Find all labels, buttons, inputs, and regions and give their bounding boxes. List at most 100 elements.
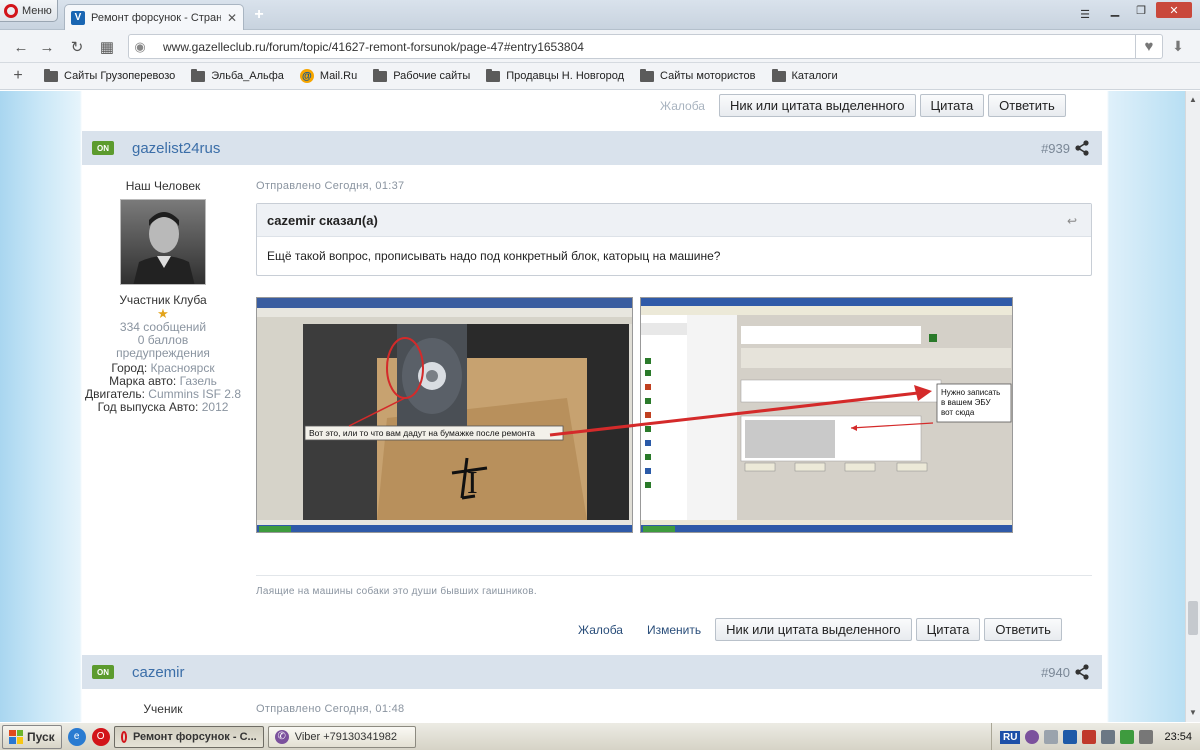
- language-indicator[interactable]: RU: [1000, 730, 1021, 744]
- antivirus-icon[interactable]: [1120, 730, 1135, 744]
- mailru-icon: @: [299, 69, 314, 83]
- quote-button[interactable]: Цитата: [915, 618, 981, 641]
- bookmark-label: Рабочие сайты: [393, 70, 471, 82]
- post-header: ON gazelist24rus #939: [82, 131, 1102, 165]
- quote-text: Ещё такой вопрос, прописывать надо под к…: [267, 249, 721, 263]
- annotation-arrow: [549, 385, 932, 437]
- speed-dial-icon[interactable]: ▦: [98, 38, 116, 56]
- heart-icon[interactable]: ♥: [1136, 38, 1162, 55]
- start-button[interactable]: Пуск: [2, 724, 62, 749]
- bookmark-label: Продавцы Н. Новгород: [506, 70, 625, 82]
- windows-logo-icon: [9, 729, 23, 744]
- forum-content: Жалоба Ник или цитата выделенного Цитата…: [82, 91, 1102, 722]
- star-icon: ★: [157, 306, 169, 321]
- member-group: Участник Клуба: [119, 293, 207, 307]
- post-author-link[interactable]: cazemir: [132, 664, 185, 681]
- report-link[interactable]: Жалоба: [650, 99, 715, 113]
- security-icon[interactable]: [1063, 730, 1078, 744]
- bookmark-item[interactable]: Продавцы Н. Новгород: [478, 68, 632, 82]
- online-badge: ON: [92, 665, 114, 679]
- bookmark-item[interactable]: Каталоги: [764, 68, 846, 82]
- user-signature: Лаящие на машины собаки это души бывших …: [256, 586, 537, 597]
- viber-tray-icon[interactable]: [1025, 730, 1040, 744]
- report-link[interactable]: Жалоба: [568, 623, 633, 637]
- online-badge: ON: [92, 141, 114, 155]
- bookmark-label: Каталоги: [791, 70, 838, 82]
- close-window-icon[interactable]: ✕: [1156, 2, 1192, 18]
- tab-menu-icon[interactable]: ☰: [1076, 6, 1094, 22]
- scroll-up-icon[interactable]: ▲: [1186, 93, 1200, 107]
- scroll-down-icon[interactable]: ▼: [1186, 706, 1200, 720]
- reply-button[interactable]: Ответить: [988, 94, 1066, 117]
- folder-icon: [191, 68, 206, 82]
- start-label: Пуск: [27, 729, 55, 744]
- avatar[interactable]: [120, 199, 206, 285]
- opera-icon[interactable]: O: [91, 727, 110, 746]
- post-number-link[interactable]: #940: [1041, 665, 1070, 680]
- post-number-link[interactable]: #939: [1041, 141, 1070, 156]
- page-viewport: Жалоба Ник или цитата выделенного Цитата…: [0, 91, 1200, 722]
- share-icon[interactable]: [1074, 664, 1090, 680]
- post-header: ON cazemir #940: [82, 655, 1102, 689]
- disconnected-icon[interactable]: [1082, 730, 1097, 744]
- minimize-icon[interactable]: ▁: [1104, 2, 1126, 18]
- bookmark-label: Сайты Грузоперевозо: [64, 70, 176, 82]
- url-text[interactable]: www.gazelleclub.ru/forum/topic/41627-rem…: [151, 40, 1135, 54]
- opera-menu-button[interactable]: Меню: [0, 0, 58, 22]
- bookmark-item[interactable]: @ Mail.Ru: [292, 69, 365, 83]
- task-label: Ремонт форсунок - С...: [132, 730, 257, 743]
- windows-taskbar: Пуск e O Ремонт форсунок - С... ✆ Viber …: [0, 722, 1200, 750]
- navigation-bar: ← → ↻ ▦ ◉ www.gazelleclub.ru/forum/topic…: [0, 30, 1200, 63]
- viber-icon: ✆: [274, 729, 289, 744]
- maximize-icon[interactable]: ❐: [1130, 2, 1152, 18]
- prev-post-actions: Жалоба Ник или цитата выделенного Цитата…: [650, 94, 1066, 117]
- close-tab-icon[interactable]: ✕: [227, 11, 237, 25]
- scrollbar-thumb[interactable]: [1188, 601, 1198, 635]
- ie-icon[interactable]: e: [67, 727, 86, 746]
- signature-divider: [256, 575, 1092, 576]
- post-date: Отправлено Сегодня, 01:37: [256, 180, 405, 192]
- new-tab-icon[interactable]: +: [250, 6, 268, 24]
- year-field: Год выпуска Авто: 2012: [97, 400, 229, 414]
- page-scrollbar[interactable]: ▲ ▼: [1185, 91, 1200, 722]
- task-label: Viber +79130341982: [294, 730, 397, 743]
- system-tray: RU 23:54: [991, 723, 1200, 750]
- quote-button[interactable]: Цитата: [919, 94, 985, 117]
- forward-icon[interactable]: →: [38, 38, 56, 56]
- volume-icon[interactable]: [1139, 730, 1154, 744]
- bookmark-item[interactable]: Рабочие сайты: [365, 68, 478, 82]
- tab-title: Ремонт форсунок - Страница: [91, 11, 221, 24]
- quote-block: cazemir сказал(а) ↩ Ещё такой вопрос, пр…: [256, 203, 1092, 276]
- nick-quote-button[interactable]: Ник или цитата выделенного: [715, 618, 912, 641]
- network-icon[interactable]: [1044, 730, 1059, 744]
- folder-icon: [373, 68, 388, 82]
- back-icon[interactable]: ←: [12, 38, 30, 56]
- author-info: Ученик: [82, 702, 244, 716]
- add-bookmark-icon[interactable]: +: [0, 67, 36, 85]
- taskbar-item-viber[interactable]: ✆ Viber +79130341982: [267, 725, 416, 748]
- bookmark-item[interactable]: Эльба_Альфа: [183, 68, 292, 82]
- quote-author: cazemir сказал(а): [257, 204, 1091, 237]
- bookmark-item[interactable]: Сайты мотористов: [632, 68, 763, 82]
- taskbar-item-browser[interactable]: Ремонт форсунок - С...: [113, 725, 264, 748]
- post-author-link[interactable]: gazelist24rus: [132, 140, 220, 157]
- download-icon[interactable]: ⬇: [1168, 38, 1188, 56]
- clock: 23:54: [1164, 731, 1192, 743]
- post-actions: Жалоба Изменить Ник или цитата выделенно…: [568, 618, 1062, 641]
- nick-quote-button[interactable]: Ник или цитата выделенного: [718, 94, 916, 117]
- address-bar[interactable]: ◉ www.gazelleclub.ru/forum/topic/41627-r…: [128, 34, 1163, 59]
- warning-points: 0 баллов предупреждения: [116, 333, 210, 360]
- quote-jump-icon[interactable]: ↩: [1067, 214, 1077, 228]
- share-icon[interactable]: [1074, 140, 1090, 156]
- bookmark-item[interactable]: Сайты Грузоперевозо: [36, 68, 183, 82]
- user-rank: Ученик: [143, 702, 183, 716]
- site-favicon-icon: V: [71, 10, 85, 25]
- site-info-icon[interactable]: ◉: [129, 39, 151, 55]
- usb-icon[interactable]: [1101, 730, 1116, 744]
- browser-tab[interactable]: V Ремонт форсунок - Страница ✕: [64, 4, 244, 30]
- opera-icon: [120, 730, 127, 743]
- reply-button[interactable]: Ответить: [984, 618, 1062, 641]
- reload-icon[interactable]: ↻: [68, 38, 86, 56]
- folder-icon: [640, 68, 655, 82]
- edit-link[interactable]: Изменить: [637, 623, 711, 637]
